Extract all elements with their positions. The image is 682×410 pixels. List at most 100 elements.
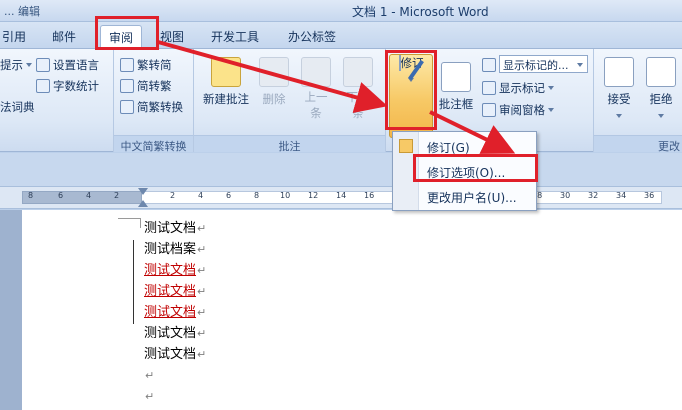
reviewing-pane-label: 审阅窗格: [499, 103, 545, 117]
balloons-icon: [441, 62, 471, 92]
title-bar: ... 编辑 文档 1 - Microsoft Word: [0, 0, 682, 22]
accept-label: 接受: [607, 92, 631, 106]
ruler-tick: 12: [308, 191, 319, 200]
document-line[interactable]: 测试文档↵: [144, 305, 206, 321]
ruler-tick: 8: [28, 191, 34, 200]
track-changes-button[interactable]: 修订: [389, 54, 433, 138]
show-markup-combo[interactable]: 显示标记的...: [499, 55, 588, 73]
ruler-tick: 32: [588, 191, 599, 200]
chevron-down-icon: [658, 114, 664, 118]
document-page[interactable]: [22, 210, 682, 410]
conversion-button[interactable]: 简繁转换: [120, 99, 183, 115]
new-comment-button[interactable]: 新建批注: [202, 57, 250, 107]
accept-button[interactable]: 接受: [602, 57, 636, 121]
tab-references[interactable]: 引用: [2, 26, 26, 48]
new-comment-icon: [211, 57, 241, 87]
document-line[interactable]: 测试文档↵: [144, 263, 206, 279]
document-line[interactable]: 测试文档↵: [144, 326, 206, 342]
accept-icon: [604, 57, 634, 87]
line-text: 测试档案: [144, 242, 197, 257]
trad-to-simp-label: 繁转简: [137, 58, 172, 72]
ruler-tick: 10: [280, 191, 291, 200]
reject-icon: [646, 57, 676, 87]
tab-office-tab[interactable]: 办公标签: [288, 26, 336, 48]
show-markup-icon: [482, 81, 496, 95]
document-line[interactable]: 测试文档↵: [144, 221, 206, 237]
set-language-button[interactable]: 设置语言: [36, 57, 99, 73]
tab-view[interactable]: 视图: [160, 26, 184, 48]
hint-label: 提示: [0, 58, 23, 72]
document-line[interactable]: 测试文档↵: [144, 347, 206, 363]
document-line[interactable]: 测试档案↵: [144, 242, 206, 258]
trad-to-simp-button[interactable]: 繁转简: [120, 57, 172, 73]
reject-label: 拒绝: [649, 92, 673, 106]
tab-mailings[interactable]: 邮件: [52, 26, 76, 48]
revision-change-bar: [133, 240, 134, 324]
tab-review[interactable]: 审阅: [100, 25, 143, 49]
menu-item-change-user-name[interactable]: 更改用户名(U)...: [427, 189, 517, 206]
horizontal-ruler[interactable]: 8 6 4 2 2 4 6 8 10 12 14 16 18 20 22 24 …: [0, 187, 682, 209]
paragraph-mark: ↵: [197, 348, 207, 361]
delete-comment-icon: [259, 57, 289, 87]
balloons-button[interactable]: 批注框: [436, 62, 476, 112]
new-comment-label: 新建批注: [203, 92, 249, 106]
paragraph-mark: ↵: [145, 369, 155, 382]
title-fragment: ... 编辑: [4, 5, 40, 18]
hint-button[interactable]: 提示: [0, 57, 32, 73]
group-changes: 接受 拒绝 更改: [594, 49, 682, 153]
ruler-margin: [22, 191, 142, 204]
language-icon: [36, 58, 50, 72]
word-count-button[interactable]: 字数统计: [36, 78, 99, 94]
chinese-conversion-group-label: 中文简繁转换: [114, 135, 193, 153]
display-for-review-icon: [482, 58, 496, 72]
document-line[interactable]: 测试文档↵: [144, 284, 206, 300]
document-line[interactable]: ↵: [144, 368, 154, 384]
balloons-label: 批注框: [438, 97, 474, 111]
line-text: 测试文档: [144, 326, 197, 341]
chevron-down-icon: [577, 63, 583, 67]
margin-corner-mark: [118, 218, 140, 219]
next-comment-label-1: 下一: [346, 90, 370, 104]
reviewing-pane-button[interactable]: 审阅窗格: [482, 102, 554, 118]
delete-comment-button[interactable]: 删除: [256, 57, 292, 107]
thesaurus-button[interactable]: 法词典: [0, 99, 35, 115]
show-markup-button[interactable]: 显示标记: [482, 80, 554, 96]
chevron-down-icon: [548, 86, 554, 90]
show-markup-combo-value: 显示标记的...: [503, 59, 569, 72]
previous-comment-label-1: 上一: [304, 90, 328, 104]
ruler-tick: 16: [364, 191, 375, 200]
next-comment-label-2: 条: [352, 106, 364, 120]
next-comment-icon: [343, 57, 373, 87]
ruler-tick: 6: [226, 191, 232, 200]
paragraph-mark: ↵: [197, 327, 207, 340]
ribbon: 提示 法词典 设置语言 字数统计 繁转简 简转繁 简繁转换 中文简繁转换 新建批…: [0, 48, 682, 153]
simp-to-trad-button[interactable]: 简转繁: [120, 78, 172, 94]
first-line-indent-marker[interactable]: [138, 188, 148, 195]
previous-comment-label-2: 条: [310, 106, 322, 120]
paragraph-mark: ↵: [197, 306, 207, 319]
chevron-down-icon: [616, 114, 622, 118]
conversion-icon: [120, 100, 134, 114]
ruler-tick: 4: [86, 191, 92, 200]
document-line[interactable]: ↵: [144, 389, 154, 405]
ribbon-tab-row: 引用 邮件 审阅 视图 开发工具 办公标签: [0, 22, 682, 49]
tab-developer[interactable]: 开发工具: [211, 26, 259, 48]
reject-button[interactable]: 拒绝: [644, 57, 678, 121]
menu-item-change-tracking-options[interactable]: 修订选项(O)...: [427, 164, 505, 181]
conversion-label: 简繁转换: [137, 100, 183, 114]
thesaurus-label: 法词典: [0, 100, 35, 114]
hanging-indent-marker[interactable]: [138, 200, 148, 207]
next-comment-button[interactable]: 下一 条: [340, 57, 376, 121]
previous-comment-icon: [301, 57, 331, 87]
previous-comment-button[interactable]: 上一 条: [298, 57, 334, 121]
ribbon-bottom-bar: [0, 153, 682, 187]
window-title: 文档 1 - Microsoft Word: [352, 5, 489, 19]
ruler-tick: 34: [616, 191, 627, 200]
changes-group-label: 更改: [594, 135, 682, 153]
revised-line-text: 测试文档: [144, 284, 197, 299]
paragraph-mark: ↵: [145, 390, 155, 403]
line-text: 测试文档: [144, 221, 197, 236]
menu-item-track-changes[interactable]: 修订(G): [427, 139, 470, 156]
track-changes-icon: [398, 55, 401, 71]
word-count-label: 字数统计: [53, 79, 99, 93]
